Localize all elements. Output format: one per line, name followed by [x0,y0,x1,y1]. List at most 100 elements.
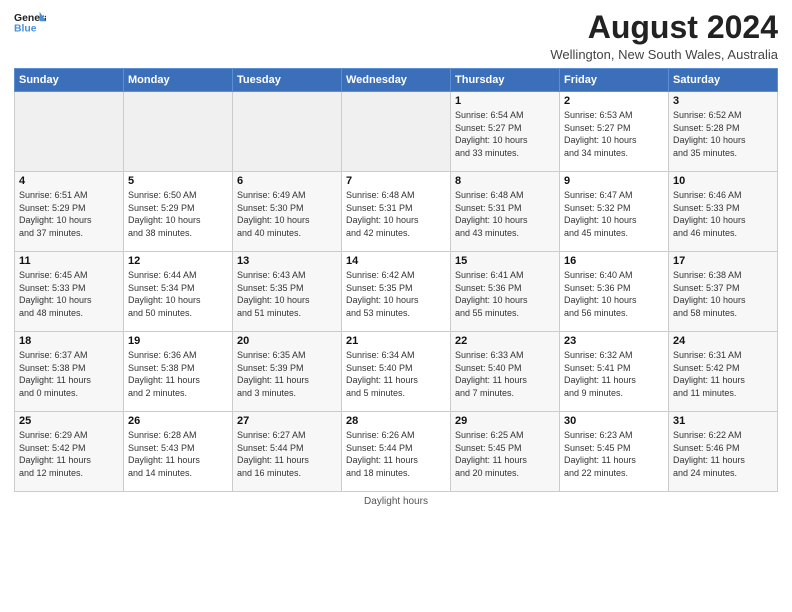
day-info: Sunrise: 6:35 AM Sunset: 5:39 PM Dayligh… [237,349,337,399]
day-number: 8 [455,175,555,187]
calendar-cell [342,92,451,172]
svg-text:Blue: Blue [14,24,37,35]
day-number: 30 [564,415,664,427]
day-number: 27 [237,415,337,427]
day-number: 28 [346,415,446,427]
col-monday: Monday [124,69,233,92]
day-number: 26 [128,415,228,427]
footer-note: Daylight hours [14,496,778,507]
day-number: 11 [19,255,119,267]
location: Wellington, New South Wales, Australia [550,47,778,62]
calendar-cell: 13 Sunrise: 6:43 AM Sunset: 5:35 PM Dayli… [233,252,342,332]
day-number: 2 [564,95,664,107]
calendar-cell: 1 Sunrise: 6:54 AM Sunset: 5:27 PM Daylig… [451,92,560,172]
calendar-cell: 16 Sunrise: 6:40 AM Sunset: 5:36 PM Dayli… [560,252,669,332]
calendar-cell: 4 Sunrise: 6:51 AM Sunset: 5:29 PM Daylig… [15,172,124,252]
day-info: Sunrise: 6:42 AM Sunset: 5:35 PM Dayligh… [346,269,446,319]
day-info: Sunrise: 6:52 AM Sunset: 5:28 PM Dayligh… [673,109,773,159]
month-year: August 2024 [550,10,778,45]
day-number: 29 [455,415,555,427]
day-number: 25 [19,415,119,427]
calendar-cell: 9Sunrise: 6:47 AM Sunset: 5:32 PM Daylig… [560,172,669,252]
day-number: 1 [455,95,555,107]
calendar-cell [15,92,124,172]
day-info: Sunrise: 6:37 AM Sunset: 5:38 PM Dayligh… [19,349,119,399]
day-number: 31 [673,415,773,427]
calendar-cell: 11 Sunrise: 6:45 AM Sunset: 5:33 PM Dayli… [15,252,124,332]
col-wednesday: Wednesday [342,69,451,92]
day-info: Sunrise: 6:53 AM Sunset: 5:27 PM Dayligh… [564,109,664,159]
calendar-cell: 18Sunrise: 6:37 AM Sunset: 5:38 PM Dayli… [15,332,124,412]
title-block: August 2024 Wellington, New South Wales,… [550,10,778,62]
calendar-cell [233,92,342,172]
day-number: 5 [128,175,228,187]
week-row-2: 4 Sunrise: 6:51 AM Sunset: 5:29 PM Daylig… [15,172,778,252]
calendar-cell: 5 Sunrise: 6:50 AM Sunset: 5:29 PM Daylig… [124,172,233,252]
day-info: Sunrise: 6:44 AM Sunset: 5:34 PM Dayligh… [128,269,228,319]
day-info: Sunrise: 6:34 AM Sunset: 5:40 PM Dayligh… [346,349,446,399]
day-info: Sunrise: 6:43 AM Sunset: 5:35 PM Dayligh… [237,269,337,319]
day-info: Sunrise: 6:45 AM Sunset: 5:33 PM Dayligh… [19,269,119,319]
day-number: 10 [673,175,773,187]
calendar-cell: 3Sunrise: 6:52 AM Sunset: 5:28 PM Daylig… [669,92,778,172]
calendar-cell: 25Sunrise: 6:29 AM Sunset: 5:42 PM Dayli… [15,412,124,492]
day-number: 24 [673,335,773,347]
day-info: Sunrise: 6:32 AM Sunset: 5:41 PM Dayligh… [564,349,664,399]
day-number: 21 [346,335,446,347]
day-number: 17 [673,255,773,267]
day-info: Sunrise: 6:46 AM Sunset: 5:33 PM Dayligh… [673,189,773,239]
day-info: Sunrise: 6:50 AM Sunset: 5:29 PM Dayligh… [128,189,228,239]
calendar-cell: 10 Sunrise: 6:46 AM Sunset: 5:33 PM Dayli… [669,172,778,252]
calendar-cell: 30 Sunrise: 6:23 AM Sunset: 5:45 PM Dayli… [560,412,669,492]
calendar-cell: 14 Sunrise: 6:42 AM Sunset: 5:35 PM Dayli… [342,252,451,332]
calendar-cell: 31 Sunrise: 6:22 AM Sunset: 5:46 PM Dayli… [669,412,778,492]
calendar-cell: 19 Sunrise: 6:36 AM Sunset: 5:38 PM Dayli… [124,332,233,412]
day-info: Sunrise: 6:22 AM Sunset: 5:46 PM Dayligh… [673,429,773,479]
calendar-cell: 22 Sunrise: 6:33 AM Sunset: 5:40 PM Dayli… [451,332,560,412]
calendar-cell: 2 Sunrise: 6:53 AM Sunset: 5:27 PM Daylig… [560,92,669,172]
day-info: Sunrise: 6:48 AM Sunset: 5:31 PM Dayligh… [455,189,555,239]
week-row-5: 25Sunrise: 6:29 AM Sunset: 5:42 PM Dayli… [15,412,778,492]
calendar-cell: 21 Sunrise: 6:34 AM Sunset: 5:40 PM Dayli… [342,332,451,412]
week-row-3: 11 Sunrise: 6:45 AM Sunset: 5:33 PM Dayli… [15,252,778,332]
logo-icon: General Blue [14,10,46,38]
day-info: Sunrise: 6:49 AM Sunset: 5:30 PM Dayligh… [237,189,337,239]
day-number: 13 [237,255,337,267]
day-info: Sunrise: 6:36 AM Sunset: 5:38 PM Dayligh… [128,349,228,399]
day-number: 19 [128,335,228,347]
day-info: Sunrise: 6:33 AM Sunset: 5:40 PM Dayligh… [455,349,555,399]
day-info: Sunrise: 6:40 AM Sunset: 5:36 PM Dayligh… [564,269,664,319]
day-info: Sunrise: 6:47 AM Sunset: 5:32 PM Dayligh… [564,189,664,239]
calendar-cell: 12 Sunrise: 6:44 AM Sunset: 5:34 PM Dayli… [124,252,233,332]
day-number: 15 [455,255,555,267]
day-number: 16 [564,255,664,267]
day-info: Sunrise: 6:54 AM Sunset: 5:27 PM Dayligh… [455,109,555,159]
day-number: 12 [128,255,228,267]
page: General Blue August 2024 Wellington, New… [0,0,792,612]
calendar-header-row: Sunday Monday Tuesday Wednesday Thursday… [15,69,778,92]
calendar-table: Sunday Monday Tuesday Wednesday Thursday… [14,68,778,492]
day-info: Sunrise: 6:23 AM Sunset: 5:45 PM Dayligh… [564,429,664,479]
day-info: Sunrise: 6:25 AM Sunset: 5:45 PM Dayligh… [455,429,555,479]
day-number: 20 [237,335,337,347]
calendar-cell [124,92,233,172]
calendar-cell: 8 Sunrise: 6:48 AM Sunset: 5:31 PM Daylig… [451,172,560,252]
calendar-cell: 20 Sunrise: 6:35 AM Sunset: 5:39 PM Dayli… [233,332,342,412]
calendar-cell: 15 Sunrise: 6:41 AM Sunset: 5:36 PM Dayli… [451,252,560,332]
day-number: 14 [346,255,446,267]
header: General Blue August 2024 Wellington, New… [14,10,778,62]
day-info: Sunrise: 6:51 AM Sunset: 5:29 PM Dayligh… [19,189,119,239]
day-info: Sunrise: 6:41 AM Sunset: 5:36 PM Dayligh… [455,269,555,319]
day-info: Sunrise: 6:27 AM Sunset: 5:44 PM Dayligh… [237,429,337,479]
week-row-1: 1 Sunrise: 6:54 AM Sunset: 5:27 PM Daylig… [15,92,778,172]
day-number: 22 [455,335,555,347]
day-number: 4 [19,175,119,187]
calendar-cell: 17Sunrise: 6:38 AM Sunset: 5:37 PM Dayli… [669,252,778,332]
calendar-cell: 6Sunrise: 6:49 AM Sunset: 5:30 PM Daylig… [233,172,342,252]
calendar-cell: 26Sunrise: 6:28 AM Sunset: 5:43 PM Dayli… [124,412,233,492]
col-sunday: Sunday [15,69,124,92]
calendar-cell: 29 Sunrise: 6:25 AM Sunset: 5:45 PM Dayli… [451,412,560,492]
day-number: 23 [564,335,664,347]
day-info: Sunrise: 6:26 AM Sunset: 5:44 PM Dayligh… [346,429,446,479]
calendar-cell: 28 Sunrise: 6:26 AM Sunset: 5:44 PM Dayli… [342,412,451,492]
